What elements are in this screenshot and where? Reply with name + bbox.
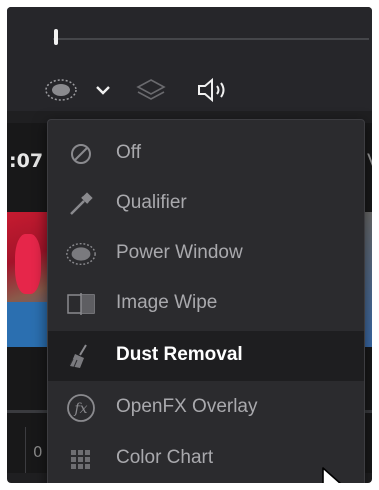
color-chart-icon bbox=[65, 443, 97, 475]
viewer-window: :07 V 0 Off Qualifier bbox=[7, 7, 372, 483]
fx-icon: fx bbox=[65, 392, 97, 424]
brush-icon bbox=[65, 340, 97, 372]
menu-item-openfx-overlay[interactable]: fx OpenFX Overlay bbox=[48, 383, 364, 433]
eyedropper-icon bbox=[65, 188, 97, 220]
menu-item-label: Image Wipe bbox=[116, 292, 218, 313]
menu-item-qualifier[interactable]: Qualifier bbox=[48, 179, 364, 229]
menu-item-label: OpenFX Overlay bbox=[116, 396, 258, 417]
menu-item-label: Dust Removal bbox=[116, 344, 243, 365]
right-edge-label: V bbox=[367, 150, 372, 172]
power-window-icon[interactable] bbox=[44, 78, 78, 102]
svg-text:fx: fx bbox=[73, 401, 87, 417]
menu-item-dust-removal[interactable]: Dust Removal bbox=[48, 331, 364, 381]
menu-item-label: Color Chart bbox=[116, 447, 214, 468]
layers-icon[interactable] bbox=[135, 77, 167, 103]
timeline-number: 0 bbox=[33, 443, 43, 461]
menu-item-color-chart[interactable]: Color Chart bbox=[48, 434, 364, 483]
timecode: :07 bbox=[9, 150, 44, 172]
mouse-pointer-icon bbox=[320, 466, 346, 483]
menu-item-image-wipe[interactable]: Image Wipe bbox=[48, 279, 364, 329]
menu-item-label: Off bbox=[116, 142, 141, 163]
overlay-dropdown-menu: Off Qualifier Power Window Image Wipe Du… bbox=[47, 119, 365, 483]
speaker-icon[interactable] bbox=[195, 77, 229, 103]
menu-item-label: Power Window bbox=[116, 242, 243, 263]
menu-item-power-window[interactable]: Power Window bbox=[48, 229, 364, 279]
menu-item-label: Qualifier bbox=[116, 192, 187, 213]
image-wipe-icon bbox=[65, 288, 97, 320]
scrubber-track[interactable] bbox=[53, 38, 369, 40]
off-icon bbox=[65, 138, 97, 170]
scrubber-handle[interactable] bbox=[54, 29, 58, 45]
power-window-icon bbox=[65, 238, 97, 270]
timeline-divider bbox=[25, 427, 26, 473]
chevron-down-icon[interactable] bbox=[95, 83, 111, 97]
menu-item-off[interactable]: Off bbox=[48, 129, 364, 179]
clip-thumbnail bbox=[7, 212, 47, 347]
